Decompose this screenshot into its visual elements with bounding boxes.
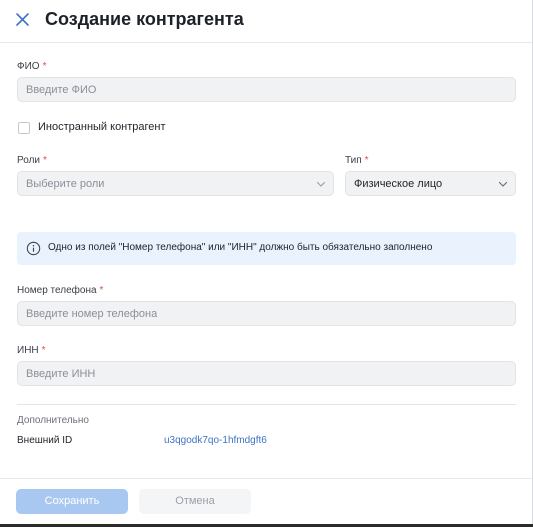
chevron-down-icon	[316, 181, 326, 187]
phone-input[interactable]	[18, 302, 515, 325]
foreign-counterparty-label: Иностранный контрагент	[38, 121, 166, 133]
type-label: Тип *	[345, 155, 369, 166]
fio-field[interactable]	[17, 77, 516, 102]
inn-label-text: ИНН	[17, 345, 39, 356]
type-select[interactable]: Физическое лицо	[345, 171, 516, 196]
close-button[interactable]	[12, 9, 34, 31]
phone-field[interactable]	[17, 301, 516, 326]
cancel-button[interactable]: Отмена	[139, 489, 251, 514]
external-id-label: Внешний ID	[17, 435, 73, 446]
inn-field[interactable]	[17, 361, 516, 386]
fio-label-text: ФИО	[17, 61, 40, 72]
panel-header: Создание контрагента	[0, 0, 532, 43]
inn-input[interactable]	[18, 362, 515, 385]
required-mark: *	[42, 61, 47, 72]
additional-section-title: Дополнительно	[17, 415, 89, 426]
roles-placeholder: Выберите роли	[26, 178, 105, 190]
chevron-down-icon	[498, 181, 508, 187]
info-banner: Одно из полей "Номер телефона" или "ИНН"…	[17, 232, 516, 265]
required-mark: *	[43, 155, 47, 166]
foreign-counterparty-checkbox[interactable]	[18, 122, 30, 134]
phone-label: Номер телефона *	[17, 285, 103, 296]
inn-label: ИНН *	[17, 345, 46, 356]
close-icon	[16, 13, 29, 26]
save-button[interactable]: Сохранить	[16, 489, 128, 514]
roles-label: Роли *	[17, 155, 47, 166]
fio-label: ФИО *	[17, 61, 46, 72]
phone-label-text: Номер телефона	[17, 285, 97, 296]
required-mark: *	[99, 285, 104, 296]
panel-footer: Сохранить Отмена	[0, 478, 532, 524]
required-mark: *	[41, 345, 46, 356]
info-message: Одно из полей "Номер телефона" или "ИНН"…	[48, 242, 433, 253]
external-id-value: u3qgodk7qo-1hfmdgft6	[164, 435, 267, 446]
section-divider	[17, 404, 516, 405]
type-value: Физическое лицо	[354, 178, 443, 190]
info-icon	[26, 241, 41, 256]
required-mark: *	[364, 155, 369, 166]
roles-label-text: Роли	[17, 155, 40, 166]
roles-select[interactable]: Выберите роли	[17, 171, 334, 196]
type-label-text: Тип	[345, 155, 362, 166]
create-counterparty-panel: Создание контрагента ФИО* Иностранный ко…	[0, 0, 533, 527]
fio-input[interactable]	[18, 78, 515, 101]
page-title: Создание контрагента	[45, 9, 244, 29]
